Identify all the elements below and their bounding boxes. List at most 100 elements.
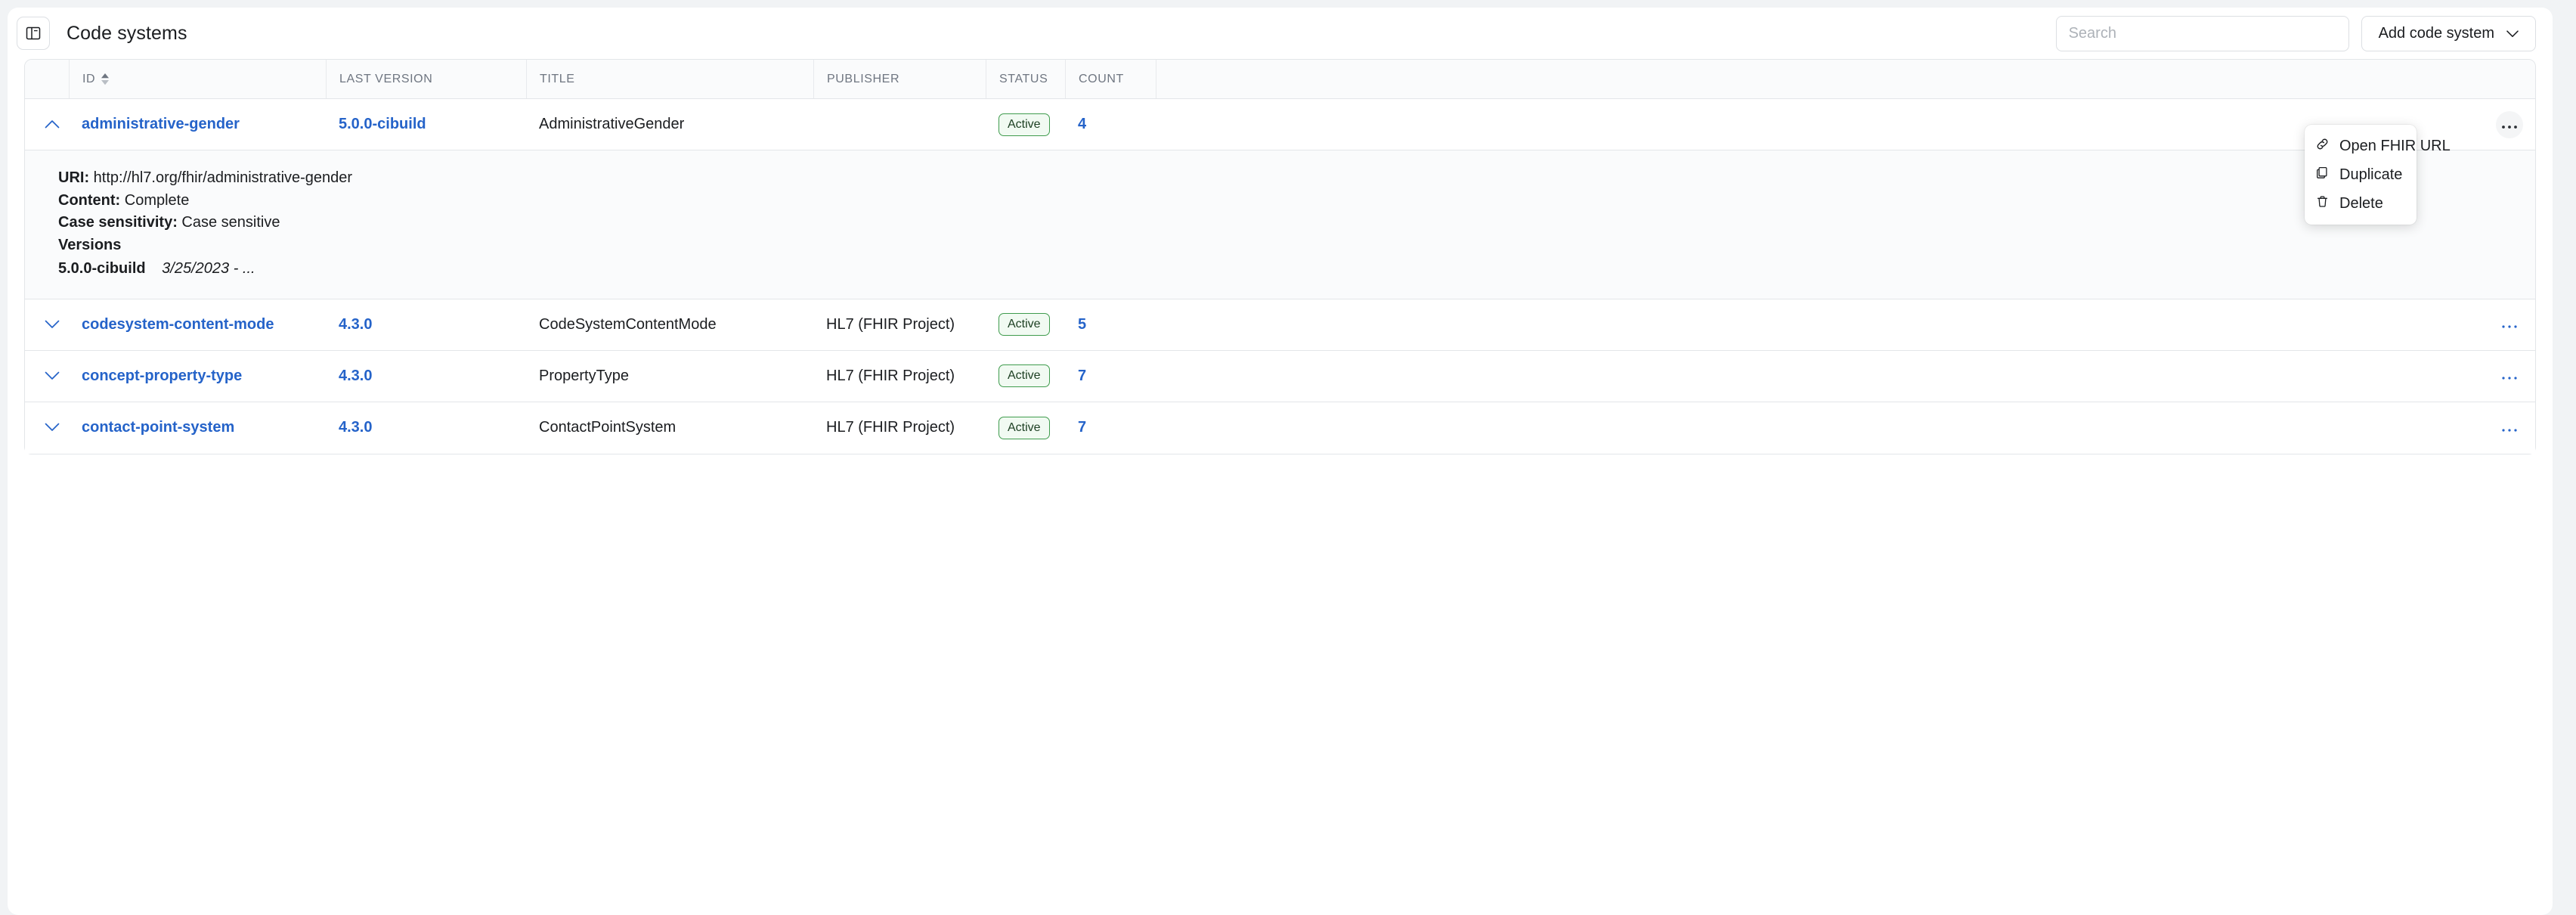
row-count-link[interactable]: 7 — [1078, 368, 1086, 385]
row-actions-cell — [1156, 402, 2535, 454]
copy-icon — [2315, 166, 2330, 185]
row-actions-menu-button[interactable] — [2496, 362, 2523, 389]
chevron-down-icon — [45, 316, 60, 333]
panel-layout-icon — [25, 25, 42, 42]
status-badge: Active — [999, 313, 1050, 337]
table-header-publisher: PUBLISHER — [813, 60, 986, 98]
table-row[interactable]: concept-property-type 4.3.0 PropertyType… — [25, 350, 2535, 402]
row-count-cell: 7 — [1065, 402, 1156, 454]
row-actions-cell — [1156, 299, 2535, 350]
row-status-cell: Active — [986, 402, 1065, 454]
row-count-cell: 5 — [1065, 299, 1156, 350]
menu-item-duplicate[interactable]: Duplicate — [2305, 160, 2417, 189]
row-expand-toggle[interactable] — [25, 99, 69, 150]
add-code-system-label: Add code system — [2378, 24, 2494, 42]
row-version-link[interactable]: 4.3.0 — [339, 419, 372, 436]
detail-content-line: Content: Complete — [58, 190, 2535, 212]
table-header-title-label: TITLE — [540, 72, 575, 85]
row-actions-menu-button[interactable] — [2496, 311, 2523, 338]
detail-uri-line: URI: http://hl7.org/fhir/administrative-… — [58, 167, 2535, 190]
row-expand-toggle[interactable] — [25, 299, 69, 350]
row-title-cell: PropertyType — [539, 367, 629, 384]
row-id-link[interactable]: administrative-gender — [82, 116, 240, 133]
row-id-cell: concept-property-type — [69, 351, 326, 402]
row-title-cell: AdministrativeGender — [539, 116, 685, 132]
row-actions-menu-button[interactable] — [2496, 110, 2523, 138]
row-count-cell: 7 — [1065, 351, 1156, 402]
table-header-row: ID LAST VERSION TITLE PUBLISHER STATUS C… — [25, 60, 2535, 99]
row-version-cell: 5.0.0-cibuild — [326, 99, 526, 150]
menu-item-open-fhir-url[interactable]: Open FHIR URL — [2305, 132, 2451, 160]
table-header-publisher-label: PUBLISHER — [827, 72, 900, 85]
table-row[interactable]: codesystem-content-mode 4.3.0 CodeSystem… — [25, 299, 2535, 351]
row-status-cell: Active — [986, 299, 1065, 350]
row-id-link[interactable]: concept-property-type — [82, 368, 242, 385]
row-count-link[interactable]: 4 — [1078, 116, 1086, 133]
table-header-status-label: STATUS — [999, 72, 1048, 85]
row-id-cell: codesystem-content-mode — [69, 299, 326, 350]
detail-case-value: Case sensitive — [181, 214, 280, 231]
page-title: Code systems — [67, 22, 187, 44]
row-version-link[interactable]: 4.3.0 — [339, 316, 372, 333]
row-expand-toggle[interactable] — [25, 402, 69, 454]
menu-item-label: Duplicate — [2339, 166, 2403, 183]
row-publisher-cell: HL7 (FHIR Project) — [826, 315, 955, 333]
table-header-count-label: COUNT — [1079, 72, 1124, 85]
row-count-link[interactable]: 5 — [1078, 316, 1086, 333]
add-code-system-button[interactable]: Add code system — [2361, 15, 2536, 51]
detail-case-label: Case sensitivity: — [58, 214, 178, 231]
detail-content-label: Content: — [58, 191, 121, 209]
row-title-cell: CodeSystemContentMode — [539, 315, 717, 333]
chevron-up-icon — [45, 116, 60, 133]
row-id-cell: contact-point-system — [69, 402, 326, 454]
table-header-actions — [1156, 60, 2535, 98]
row-version-link[interactable]: 4.3.0 — [339, 368, 372, 385]
row-id-link[interactable]: contact-point-system — [82, 419, 234, 436]
ellipsis-icon — [2501, 371, 2518, 380]
table-header-id[interactable]: ID — [69, 60, 326, 98]
detail-uri-value: http://hl7.org/fhir/administrative-gende… — [93, 169, 353, 186]
row-actions-menu-button[interactable] — [2496, 414, 2523, 442]
detail-content-value: Complete — [124, 191, 190, 209]
detail-version-date: 3/25/2023 - ... — [162, 260, 255, 278]
row-version-cell: 4.3.0 — [326, 351, 526, 402]
ellipsis-icon — [2501, 320, 2518, 329]
table-header-expander — [25, 60, 69, 98]
table-header-id-label: ID — [82, 72, 96, 85]
row-count-link[interactable]: 7 — [1078, 419, 1086, 436]
sidebar-toggle-button[interactable] — [17, 17, 50, 50]
trash-icon — [2315, 194, 2330, 213]
row-count-cell: 4 — [1065, 99, 1156, 150]
menu-item-delete[interactable]: Delete — [2305, 189, 2417, 218]
status-badge: Active — [999, 113, 1050, 136]
page-card: Code systems Add code system ID — [8, 8, 2553, 915]
detail-case-line: Case sensitivity: Case sensitive — [58, 212, 2535, 234]
table-header-last-version: LAST VERSION — [326, 60, 526, 98]
row-version-cell: 4.3.0 — [326, 299, 526, 350]
table-row[interactable]: contact-point-system 4.3.0 ContactPointS… — [25, 402, 2535, 454]
detail-version-name: 5.0.0-cibuild — [58, 260, 146, 278]
detail-version-row: 5.0.0-cibuild 3/25/2023 - ... — [58, 258, 2535, 281]
search-input[interactable] — [2055, 15, 2349, 51]
row-version-link[interactable]: 5.0.0-cibuild — [339, 116, 426, 133]
header-actions: Add code system — [2055, 15, 2536, 51]
row-version-cell: 4.3.0 — [326, 402, 526, 454]
chevron-down-icon — [2506, 25, 2519, 42]
page-header: Code systems Add code system — [8, 8, 2553, 59]
row-id-link[interactable]: codesystem-content-mode — [82, 316, 274, 333]
row-actions-cell — [1156, 351, 2535, 402]
sort-arrows-icon[interactable] — [101, 73, 110, 85]
row-title-cell: ContactPointSystem — [539, 419, 677, 436]
row-status-cell: Active — [986, 99, 1065, 150]
row-publisher-cell — [813, 99, 986, 150]
table-row[interactable]: administrative-gender 5.0.0-cibuild Admi… — [25, 99, 2535, 150]
detail-versions-label: Versions — [58, 236, 122, 253]
table-header-last-version-label: LAST VERSION — [339, 72, 433, 85]
status-badge: Active — [999, 416, 1050, 439]
row-expand-toggle[interactable] — [25, 351, 69, 402]
table-header-count: COUNT — [1065, 60, 1156, 98]
ellipsis-icon — [2501, 120, 2518, 129]
row-status-cell: Active — [986, 351, 1065, 402]
detail-versions-heading: Versions — [58, 234, 2535, 257]
link-icon — [2315, 137, 2330, 156]
